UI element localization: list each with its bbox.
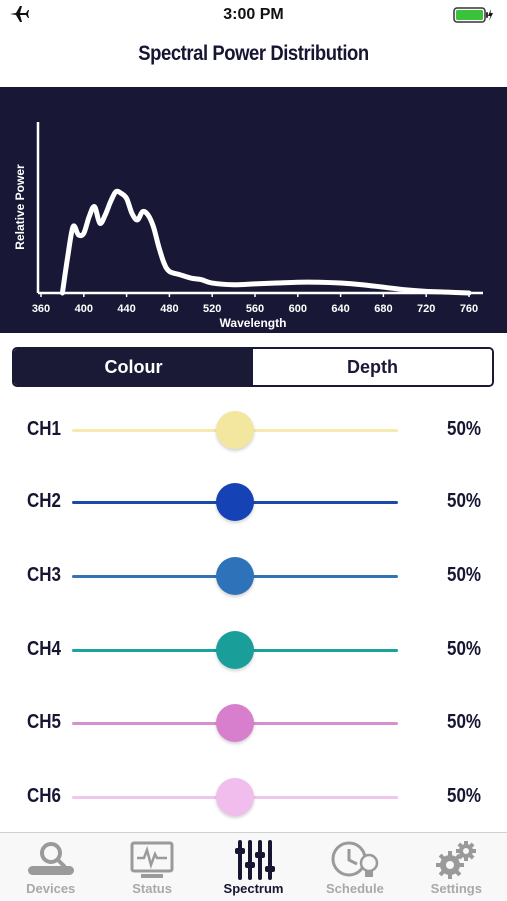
x-tick-label: 600	[289, 303, 307, 315]
channel-row-ch3: CH3 50%	[0, 556, 507, 596]
x-tick-label: 480	[160, 303, 178, 315]
channel-slider-thumb[interactable]	[216, 778, 254, 816]
tab-settings-label: Settings	[430, 881, 482, 896]
tab-devices-label: Devices	[26, 881, 76, 896]
channel-label: CH5	[27, 711, 62, 733]
page-title: Spectral Power Distribution	[138, 42, 369, 65]
status-time: 3:00 PM	[223, 6, 284, 23]
x-tick-label: 720	[417, 303, 435, 315]
tab-schedule-label: Schedule	[326, 881, 384, 896]
channel-slider-thumb[interactable]	[216, 557, 254, 595]
y-axis-label: Relative Power	[13, 164, 27, 250]
spectrum-chart-svg: Relative Power Wavelength 360 400 440 480 52…	[13, 122, 483, 330]
x-axis-label: Wavelength	[220, 316, 287, 330]
channel-value: 50%	[446, 711, 481, 733]
x-tick-label: 520	[203, 303, 221, 315]
status-bar: 3:00 PM	[0, 0, 507, 30]
channel-row-ch1: CH1 50%	[0, 410, 507, 450]
x-tick-label: 360	[32, 303, 50, 315]
channel-row-ch2: CH2 50%	[0, 482, 507, 522]
colour-depth-segmented-control: Colour Depth	[12, 347, 494, 387]
tab-status-label: Status	[132, 881, 172, 896]
x-tick-label: 680	[374, 303, 392, 315]
spectrum-sliders-icon	[232, 840, 276, 880]
tab-spectrum[interactable]: Spectrum	[203, 833, 304, 901]
channel-label: CH6	[27, 785, 62, 807]
channel-row-ch6: CH6 50%	[0, 777, 507, 817]
x-axis-ticks: 360 400 440 480 520 560 600 640 680 720 760	[32, 293, 478, 315]
channel-label: CH3	[27, 564, 62, 586]
channel-slider-thumb[interactable]	[216, 631, 254, 669]
tab-spectrum-label: Spectrum	[223, 881, 284, 896]
settings-gear-icon	[432, 840, 480, 880]
channel-label: CH2	[27, 490, 62, 512]
channel-label: CH4	[27, 638, 62, 660]
x-tick-label: 760	[460, 303, 478, 315]
channel-row-ch4: CH4 50%	[0, 630, 507, 670]
status-monitor-icon	[129, 840, 175, 880]
channel-value: 50%	[446, 638, 481, 660]
devices-icon	[25, 840, 77, 880]
schedule-clock-icon	[329, 840, 381, 880]
tab-devices[interactable]: Devices	[0, 833, 101, 901]
spectrum-series-line	[59, 188, 472, 296]
channel-value: 50%	[446, 785, 481, 807]
channel-value: 50%	[446, 490, 481, 512]
tab-settings[interactable]: Settings	[406, 833, 507, 901]
x-tick-label: 440	[117, 303, 135, 315]
x-tick-label: 560	[246, 303, 264, 315]
tab-status[interactable]: Status	[101, 833, 202, 901]
tab-bar: Devices Status Spectrum Schedule Setting…	[0, 832, 507, 901]
channel-slider-thumb[interactable]	[216, 704, 254, 742]
colour-segment[interactable]: Colour	[14, 349, 253, 385]
x-tick-label: 640	[331, 303, 349, 315]
tab-schedule[interactable]: Schedule	[304, 833, 405, 901]
spectrum-chart: Relative Power Wavelength 360 400 440 480 52…	[0, 87, 507, 333]
channel-slider-thumb[interactable]	[216, 411, 254, 449]
depth-segment[interactable]: Depth	[253, 349, 492, 385]
channel-slider-thumb[interactable]	[216, 483, 254, 521]
channel-value: 50%	[446, 418, 481, 440]
channel-row-ch5: CH5 50%	[0, 703, 507, 743]
channel-label: CH1	[27, 418, 62, 440]
x-tick-label: 400	[75, 303, 93, 315]
battery-charging-icon	[453, 7, 493, 23]
channel-value: 50%	[446, 564, 481, 586]
